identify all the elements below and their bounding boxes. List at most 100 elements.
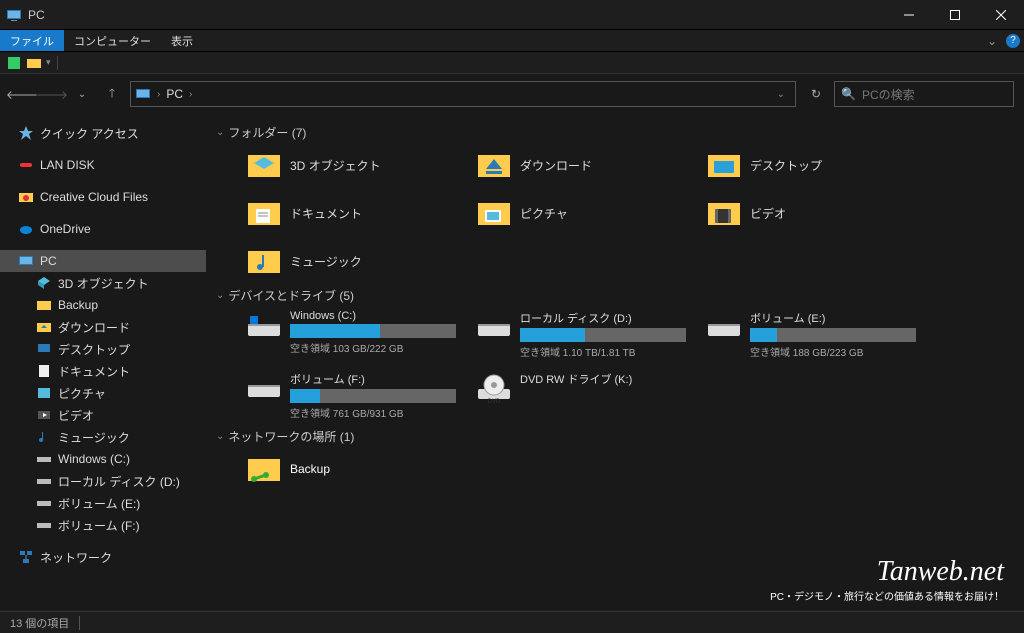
folder-tile-desktop[interactable]: デスクトップ bbox=[706, 147, 936, 183]
tile-label: ビデオ bbox=[750, 205, 786, 222]
music-icon bbox=[36, 429, 52, 445]
sidebar-item-documents[interactable]: ドキュメント bbox=[0, 360, 206, 382]
navigation-pane: クイック アクセス LAN DISK Creative Cloud Files … bbox=[0, 114, 206, 610]
network-folder-icon bbox=[246, 451, 282, 487]
sidebar-item-music[interactable]: ミュージック bbox=[0, 426, 206, 448]
sidebar-item-label: クイック アクセス bbox=[40, 125, 139, 142]
drive-icon bbox=[706, 310, 742, 346]
folder-tile-downloads[interactable]: ダウンロード bbox=[476, 147, 706, 183]
sidebar-item-label: Backup bbox=[58, 298, 98, 312]
drive-tile-c[interactable]: Windows (C:) 空き領域 103 GB/222 GB bbox=[246, 310, 476, 359]
tab-file[interactable]: ファイル bbox=[0, 30, 64, 51]
sidebar-item-label: ネットワーク bbox=[40, 549, 112, 566]
folder-tile-3d-objects[interactable]: 3D オブジェクト bbox=[246, 147, 476, 183]
nav-back-button[interactable]: 🡐 bbox=[10, 82, 34, 106]
sidebar-item-3d-objects[interactable]: 3D オブジェクト bbox=[0, 272, 206, 294]
sidebar-item-label: ドキュメント bbox=[58, 363, 130, 380]
qat-dropdown-icon[interactable]: ▾ bbox=[46, 57, 51, 68]
maximize-button[interactable] bbox=[932, 0, 978, 30]
help-button[interactable]: ? bbox=[1002, 30, 1024, 51]
tab-computer[interactable]: コンピューター bbox=[64, 30, 161, 51]
folder-tile-music[interactable]: ミュージック bbox=[246, 243, 476, 279]
star-icon bbox=[18, 125, 34, 141]
3d-objects-icon bbox=[246, 147, 282, 183]
drive-tile-d[interactable]: ローカル ディスク (D:) 空き領域 1.10 TB/1.81 TB bbox=[476, 310, 706, 359]
sidebar-item-network[interactable]: ネットワーク bbox=[0, 546, 206, 568]
drive-name: ローカル ディスク (D:) bbox=[520, 310, 686, 326]
chevron-down-icon: ⌄ bbox=[216, 127, 224, 138]
chevron-down-icon: ⌄ bbox=[216, 290, 224, 301]
pictures-icon bbox=[476, 195, 512, 231]
status-bar: 13 個の項目 bbox=[0, 611, 1024, 633]
sidebar-item-creative-cloud[interactable]: Creative Cloud Files bbox=[0, 186, 206, 208]
watermark-subtitle: PC・デジモノ・旅行などの価値ある情報をお届け！ bbox=[770, 588, 1004, 603]
address-dropdown-icon[interactable]: ⌄ bbox=[771, 89, 791, 100]
close-button[interactable] bbox=[978, 0, 1024, 30]
pc-icon bbox=[6, 7, 22, 23]
sidebar-item-pc[interactable]: PC bbox=[0, 250, 206, 272]
group-header-folders[interactable]: ⌄ フォルダー (7) bbox=[216, 124, 1014, 141]
sidebar-item-lan-disk[interactable]: LAN DISK bbox=[0, 154, 206, 176]
window-title: PC bbox=[28, 8, 886, 22]
group-header-label: フォルダー (7) bbox=[228, 124, 306, 141]
drive-free-text: 空き領域 1.10 TB/1.81 TB bbox=[520, 344, 686, 359]
nav-up-button[interactable]: 🡑 bbox=[100, 82, 124, 106]
sidebar-item-quick-access[interactable]: クイック アクセス bbox=[0, 122, 206, 144]
nav-recent-dropdown[interactable]: ⌄ bbox=[70, 82, 94, 106]
drive-icon bbox=[476, 310, 512, 346]
tab-view-label: 表示 bbox=[171, 33, 193, 49]
sidebar-item-desktop[interactable]: デスクトップ bbox=[0, 338, 206, 360]
folder-tile-pictures[interactable]: ピクチャ bbox=[476, 195, 706, 231]
sidebar-item-drive-e[interactable]: ボリューム (E:) bbox=[0, 492, 206, 514]
minimize-button[interactable] bbox=[886, 0, 932, 30]
pc-icon bbox=[18, 253, 34, 269]
sidebar-item-downloads[interactable]: ダウンロード bbox=[0, 316, 206, 338]
tab-view[interactable]: 表示 bbox=[161, 30, 203, 51]
tab-computer-label: コンピューター bbox=[74, 33, 151, 49]
lan-disk-icon bbox=[18, 157, 34, 173]
drive-name: ボリューム (F:) bbox=[290, 371, 456, 387]
group-header-drives[interactable]: ⌄ デバイスとドライブ (5) bbox=[216, 287, 1014, 304]
downloads-icon bbox=[476, 147, 512, 183]
nav-forward-button[interactable]: 🡒 bbox=[40, 82, 64, 106]
refresh-button[interactable]: ↻ bbox=[804, 82, 828, 106]
sidebar-item-videos[interactable]: ビデオ bbox=[0, 404, 206, 426]
tile-label: ダウンロード bbox=[520, 157, 592, 174]
search-icon: 🔍 bbox=[841, 87, 856, 101]
address-bar[interactable]: › PC › ⌄ bbox=[130, 81, 796, 107]
drive-tile-dvd[interactable]: DVD DVD RW ドライブ (K:) bbox=[476, 371, 706, 420]
search-placeholder: PCの検索 bbox=[862, 86, 915, 103]
tile-label: ピクチャ bbox=[520, 205, 568, 222]
qat-properties-icon[interactable] bbox=[6, 55, 22, 71]
group-header-network[interactable]: ⌄ ネットワークの場所 (1) bbox=[216, 428, 1014, 445]
status-item-count: 13 個の項目 bbox=[10, 615, 69, 631]
address-bar-row: 🡐 🡒 ⌄ 🡑 › PC › ⌄ ↻ 🔍 PCの検索 bbox=[0, 74, 1024, 114]
folder-tile-videos[interactable]: ビデオ bbox=[706, 195, 936, 231]
sidebar-item-backup[interactable]: Backup bbox=[0, 294, 206, 316]
network-location-backup[interactable]: Backup bbox=[246, 451, 476, 487]
drive-icon bbox=[36, 473, 52, 489]
content-pane: ⌄ フォルダー (7) 3D オブジェクト ダウンロード デスクトップ ドキュメ… bbox=[206, 114, 1024, 610]
address-separator-icon: › bbox=[189, 89, 192, 100]
drive-tile-f[interactable]: ボリューム (F:)空き領域 761 GB/931 GB bbox=[246, 371, 476, 420]
creative-cloud-icon bbox=[18, 189, 34, 205]
sidebar-item-label: ローカル ディスク (D:) bbox=[58, 473, 180, 490]
sidebar-item-drive-f[interactable]: ボリューム (F:) bbox=[0, 514, 206, 536]
os-drive-icon bbox=[246, 310, 282, 346]
sidebar-item-onedrive[interactable]: OneDrive bbox=[0, 218, 206, 240]
sidebar-item-drive-d[interactable]: ローカル ディスク (D:) bbox=[0, 470, 206, 492]
drive-name: Windows (C:) bbox=[290, 310, 456, 322]
ribbon-expand-icon[interactable]: ⌄ bbox=[982, 30, 1002, 51]
folder-icon bbox=[36, 297, 52, 313]
picture-icon bbox=[36, 385, 52, 401]
qat-new-folder-icon[interactable] bbox=[26, 55, 42, 71]
sidebar-item-drive-c[interactable]: Windows (C:) bbox=[0, 448, 206, 470]
drive-free-text: 空き領域 103 GB/222 GB bbox=[290, 340, 456, 355]
search-input[interactable]: 🔍 PCの検索 bbox=[834, 81, 1014, 107]
drive-tile-e[interactable]: ボリューム (E:)空き領域 188 GB/223 GB bbox=[706, 310, 936, 359]
document-icon bbox=[36, 363, 52, 379]
drive-name: DVD RW ドライブ (K:) bbox=[520, 371, 686, 387]
group-header-label: ネットワークの場所 (1) bbox=[228, 428, 354, 445]
sidebar-item-pictures[interactable]: ピクチャ bbox=[0, 382, 206, 404]
folder-tile-documents[interactable]: ドキュメント bbox=[246, 195, 476, 231]
